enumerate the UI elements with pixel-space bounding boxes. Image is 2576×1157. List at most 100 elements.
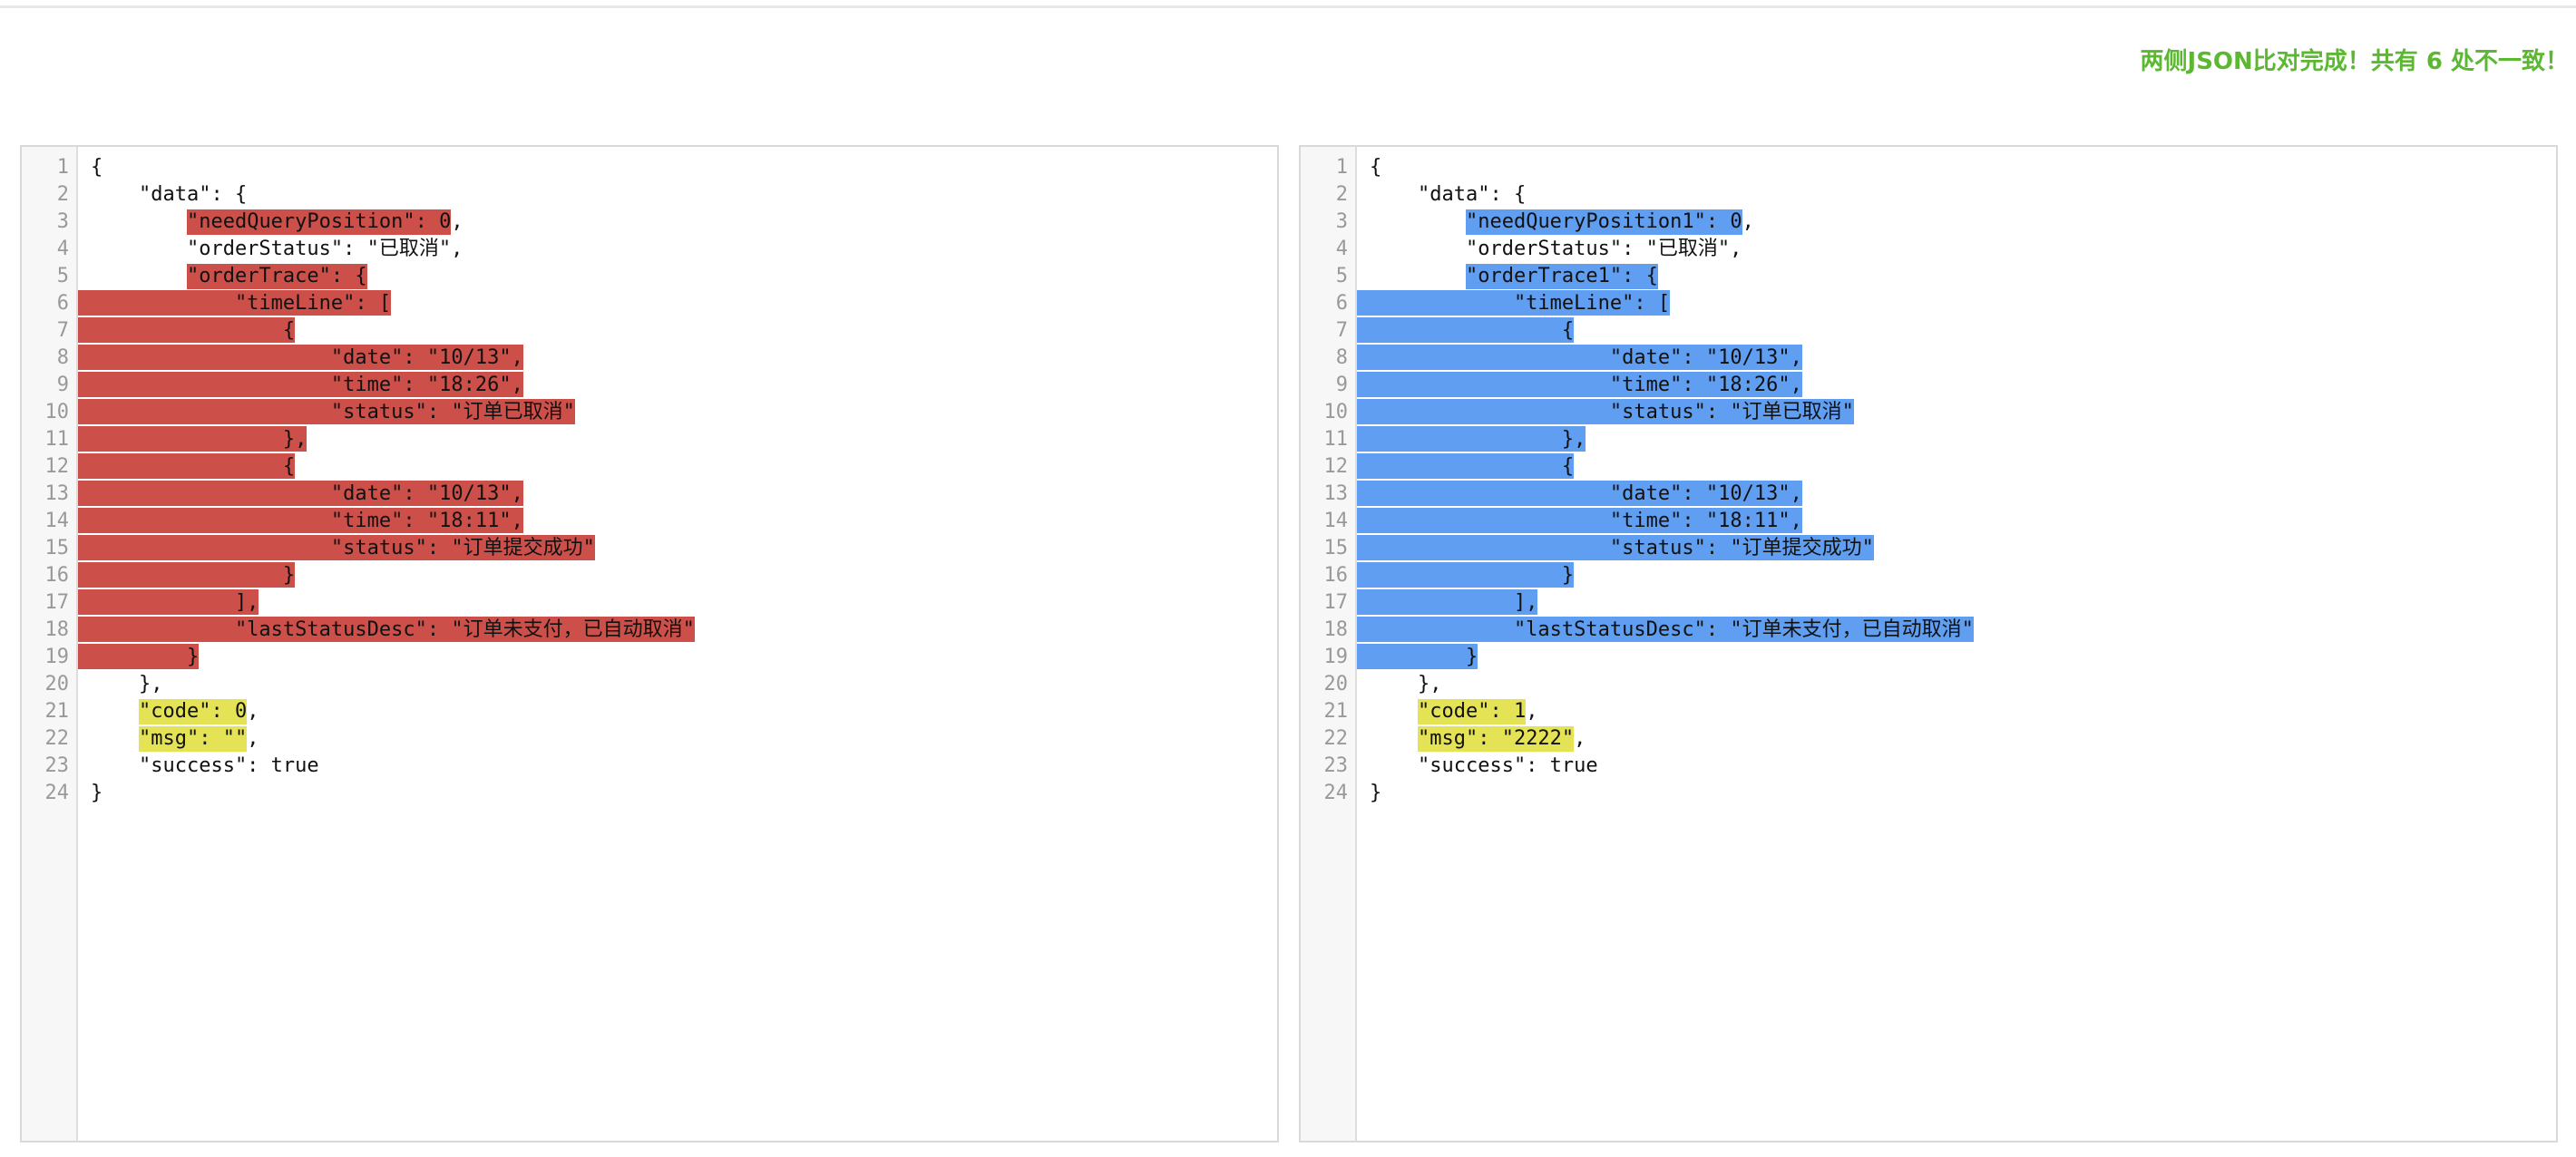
- left-code-line: 14 "time": "18:11",: [45, 508, 1277, 535]
- line-text: "time": "18:11",: [1370, 508, 1802, 535]
- code-token: "date": "10/13",: [1370, 346, 1802, 369]
- line-number: 7: [56, 319, 69, 342]
- code-token: {: [91, 156, 103, 179]
- left-json-editor[interactable]: 1{2 "data": {3 "needQueryPosition": 0, 4 …: [20, 145, 1279, 1142]
- line-number: 14: [44, 510, 70, 532]
- code-token: ,: [451, 210, 463, 233]
- line-text: "orderStatus": "已取消",: [1370, 236, 1742, 263]
- line-text: },: [1370, 426, 1586, 453]
- line-text: "success": true: [1370, 753, 1598, 780]
- line-text: "timeLine": [: [1370, 290, 1670, 317]
- line-number: 21: [1323, 700, 1349, 723]
- right-code-area[interactable]: 1{2 "data": {3 "needQueryPosition1": 0, 4…: [1324, 154, 2556, 807]
- right-code-line: 4 "orderStatus": "已取消",: [1336, 236, 2556, 263]
- line-text: {: [1370, 154, 1381, 181]
- right-code-line: 11 },: [1324, 426, 2556, 453]
- line-number: 3: [1335, 210, 1348, 233]
- line-number: 22: [1323, 727, 1349, 750]
- right-code-line: 3 "needQueryPosition1": 0,: [1336, 209, 2556, 236]
- code-token: "time": "18:26",: [91, 374, 523, 396]
- diff-highlight-token: "orderTrace1": {: [1465, 264, 1658, 289]
- line-number: 19: [44, 646, 70, 668]
- line-number: 10: [44, 401, 70, 423]
- diff-highlight-token: "code": 1: [1417, 699, 1527, 724]
- code-token: {: [1370, 156, 1382, 179]
- line-text: }: [91, 562, 295, 589]
- line-text: ],: [1370, 589, 1538, 617]
- line-text: "data": {: [1370, 181, 1526, 209]
- right-code-line: 9 "time": "18:26",: [1336, 372, 2556, 399]
- line-text: ],: [91, 589, 259, 617]
- code-token: "data": {: [91, 183, 248, 206]
- line-text: },: [1370, 671, 1442, 698]
- line-text: "code": 1,: [1370, 698, 1537, 725]
- code-token: ,: [1526, 700, 1538, 723]
- code-token: ,: [247, 700, 259, 723]
- diff-highlight-token: "needQueryPosition": 0: [186, 209, 452, 235]
- left-code-line: 23 "success": true: [45, 753, 1277, 780]
- line-number: 4: [56, 238, 69, 260]
- line-number: 21: [44, 700, 70, 723]
- line-text: "success": true: [91, 753, 319, 780]
- code-token: "orderStatus": "已取消",: [1370, 238, 1742, 260]
- right-code-line: 2 "data": {: [1336, 181, 2556, 209]
- right-code-line: 10 "status": "订单已取消": [1324, 399, 2556, 426]
- line-text: {: [1370, 317, 1574, 345]
- left-code-line: 19 }: [45, 644, 1277, 671]
- line-number: 18: [44, 618, 70, 641]
- line-number: 6: [1335, 292, 1348, 315]
- left-code-line: 12 {: [45, 453, 1277, 481]
- code-token: "date": "10/13",: [91, 346, 523, 369]
- left-code-line: 22 "msg": "",: [45, 725, 1277, 753]
- line-text: "msg": "2222",: [1370, 725, 1586, 753]
- line-text: "orderStatus": "已取消",: [91, 236, 463, 263]
- left-code-line: 4 "orderStatus": "已取消",: [57, 236, 1277, 263]
- line-text: "orderTrace": {: [91, 263, 367, 290]
- left-code-line: 24}: [45, 780, 1277, 807]
- line-number: 6: [56, 292, 69, 315]
- code-token: },: [91, 428, 307, 451]
- line-text: "timeLine": [: [91, 290, 391, 317]
- code-token: {: [91, 319, 296, 342]
- code-token: "lastStatusDesc": "订单未支付，已自动取消": [91, 618, 695, 641]
- right-json-editor[interactable]: 1{2 "data": {3 "needQueryPosition1": 0, 4…: [1299, 145, 2558, 1142]
- line-number: 24: [44, 782, 70, 804]
- line-number: 12: [44, 455, 70, 478]
- diff-highlight-token: "code": 0: [138, 699, 248, 724]
- line-number: 23: [1323, 754, 1349, 777]
- line-text: }: [1370, 780, 1381, 807]
- line-number: 7: [1335, 319, 1348, 342]
- line-number: 2: [56, 183, 69, 206]
- line-number: 16: [44, 564, 70, 587]
- code-token: "lastStatusDesc": "订单未支付，已自动取消": [1370, 618, 1974, 641]
- line-text: "date": "10/13",: [91, 345, 523, 372]
- right-code-line: 15 "status": "订单提交成功": [1324, 535, 2556, 562]
- line-number: 2: [1335, 183, 1348, 206]
- line-text: },: [91, 426, 307, 453]
- right-code-line: 22 "msg": "2222",: [1324, 725, 2556, 753]
- line-number: 11: [1323, 428, 1349, 451]
- code-token: "status": "订单提交成功": [91, 537, 595, 559]
- line-text: },: [91, 671, 163, 698]
- line-number: 13: [44, 482, 70, 505]
- code-token: "status": "订单已取消": [91, 401, 575, 423]
- left-code-line: 10 "status": "订单已取消": [45, 399, 1277, 426]
- diff-highlight-token: "orderTrace": {: [186, 264, 367, 289]
- compare-result-message: 两侧JSON比对完成！共有 6 处不一致！: [2140, 48, 2569, 75]
- line-text: {: [91, 154, 102, 181]
- top-divider: [0, 5, 2576, 8]
- left-code-line: 13 "date": "10/13",: [45, 481, 1277, 508]
- right-code-line: 7 {: [1336, 317, 2556, 345]
- line-text: }: [1370, 644, 1478, 671]
- code-token: ],: [1370, 591, 1538, 614]
- line-number: 24: [1323, 782, 1349, 804]
- left-code-line: 16 }: [45, 562, 1277, 589]
- left-code-area[interactable]: 1{2 "data": {3 "needQueryPosition": 0, 4 …: [45, 154, 1277, 807]
- line-text: "time": "18:26",: [91, 372, 523, 399]
- line-number: 8: [1335, 346, 1348, 369]
- code-token: "orderStatus": "已取消",: [91, 238, 463, 260]
